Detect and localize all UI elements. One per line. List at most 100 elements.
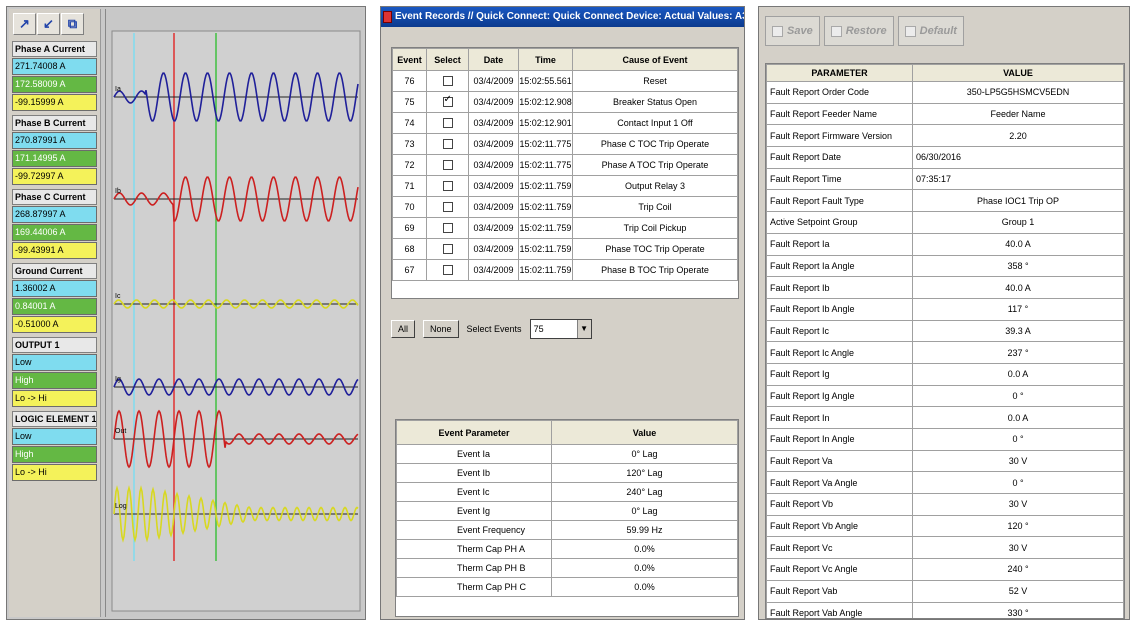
table-row[interactable]: Fault Report Ic 39.3 A <box>766 319 1124 343</box>
table-row[interactable]: Fault Report Date 06/30/2016 <box>766 146 1124 169</box>
table-row[interactable]: Fault Report Ig 0.0 A <box>766 362 1124 386</box>
fault-report-value: 350-LP5G5HSMCV5EDN <box>912 81 1124 104</box>
table-row[interactable]: Fault Report Ic Angle 237 ° <box>766 341 1124 364</box>
table-row[interactable]: 68 03/4/2009 15:02:11.759 Phase TOC Trip Op… <box>392 238 738 260</box>
event-cause: Phase C TOC Trip Operate <box>572 133 738 155</box>
channel-group-title[interactable]: Phase C Current <box>12 189 97 205</box>
event-cause: Phase A TOC Trip Operate <box>572 154 738 176</box>
table-row[interactable]: 69 03/4/2009 15:02:11.759 Trip Coil Pickup <box>392 217 738 239</box>
event-parameter-value: 0° Lag <box>551 501 738 521</box>
table-row[interactable]: 74 03/4/2009 15:02:12.901 Contact Input 1 O… <box>392 112 738 134</box>
zoom-out-button[interactable]: ↙ <box>37 13 60 35</box>
copy-button[interactable]: ⧉ <box>61 13 84 35</box>
table-row[interactable]: Fault Report Ig Angle 0 ° <box>766 384 1124 408</box>
select-checkbox[interactable] <box>442 118 453 129</box>
select-checkbox[interactable] <box>442 202 453 213</box>
channel-group-title[interactable]: LOGIC ELEMENT 1 <box>12 411 97 427</box>
table-row[interactable]: Fault Report Vc 30 V <box>766 536 1124 560</box>
table-row[interactable]: Fault Report Vb 30 V <box>766 493 1124 516</box>
channel-group-title[interactable]: Phase B Current <box>12 115 97 131</box>
table-row[interactable]: Fault Report Ia 40.0 A <box>766 232 1124 256</box>
select-all-button[interactable]: All <box>391 320 416 338</box>
event-parameter-name: Therm Cap PH C <box>396 577 552 597</box>
channel-value-cyan: Low <box>12 354 97 371</box>
restore-button[interactable]: Restore <box>823 16 894 46</box>
restore-icon <box>830 25 842 37</box>
table-header-row: Event Select Date Time Cause of Event <box>392 48 738 71</box>
event-parameter-table-container: Event Parameter Value Event Ia 0° Lag Even… <box>395 419 739 617</box>
table-row[interactable]: 76 03/4/2009 15:02:55.561 Reset <box>392 70 738 92</box>
table-row[interactable]: 70 03/4/2009 15:02:11.759 Trip Coil <box>392 196 738 218</box>
table-row[interactable]: Fault Report Va Angle 0 ° <box>766 471 1124 495</box>
fault-report-value: 330 ° <box>912 601 1124 618</box>
fault-report-value: 237 ° <box>912 341 1124 364</box>
column-header-date[interactable]: Date <box>468 48 519 71</box>
save-label: Save <box>787 25 813 37</box>
column-header-value: Value <box>551 420 738 445</box>
channel-group-title[interactable]: OUTPUT 1 <box>12 337 97 353</box>
default-button[interactable]: Default <box>897 16 964 46</box>
waveform-plot-area[interactable]: Ia Ib Ic Ig Out Log <box>105 9 363 617</box>
event-number: 76 <box>392 70 427 92</box>
table-row[interactable]: Fault Report In Angle 0 ° <box>766 428 1124 451</box>
select-checkbox[interactable] <box>442 244 453 255</box>
table-row[interactable]: 71 03/4/2009 15:02:11.759 Output Relay 3 <box>392 175 738 197</box>
select-checkbox[interactable] <box>442 223 453 234</box>
table-row[interactable]: 67 03/4/2009 15:02:11.759 Phase B TOC Trip … <box>392 259 738 281</box>
select-checkbox[interactable] <box>442 76 453 87</box>
select-cell <box>426 112 469 134</box>
window-title: Event Records // Quick Connect: Quick Co… <box>395 11 744 22</box>
table-row[interactable]: Fault Report Ia Angle 358 ° <box>766 254 1124 278</box>
select-none-button[interactable]: None <box>423 320 459 338</box>
select-checkbox[interactable] <box>442 265 453 276</box>
event-time: 15:02:11.775 <box>518 133 573 155</box>
table-row[interactable]: Active Setpoint Group Group 1 <box>766 211 1124 234</box>
table-row[interactable]: Fault Report Fault Type Phase IOC1 Trip O… <box>766 189 1124 213</box>
select-checkbox[interactable] <box>442 94 453 108</box>
table-row[interactable]: Fault Report In 0.0 A <box>766 406 1124 429</box>
table-row[interactable]: 73 03/4/2009 15:02:11.775 Phase C TOC Trip … <box>392 133 738 155</box>
fault-report-value: 40.0 A <box>912 276 1124 299</box>
channel-group-title[interactable]: Phase A Current <box>12 41 97 57</box>
column-header-event-parameter: Event Parameter <box>396 420 552 445</box>
table-row[interactable]: Fault Report Vc Angle 240 ° <box>766 558 1124 581</box>
save-button[interactable]: Save <box>765 16 820 46</box>
table-row[interactable]: Fault Report Firmware Version 2.20 <box>766 124 1124 148</box>
table-row[interactable]: Fault Report Time 07:35:17 <box>766 167 1124 191</box>
table-row[interactable]: 75 03/4/200915:02:12.908Breaker Status Op… <box>392 91 738 113</box>
column-header-time[interactable]: Time <box>518 48 573 71</box>
fault-report-value: 2.20 <box>912 124 1124 148</box>
select-checkbox[interactable] <box>442 160 453 171</box>
table-row[interactable]: Fault Report Order Code 350-LP5G5HSMCV5ED… <box>766 81 1124 104</box>
fault-report-window: Save Restore Default PARAMETER VALUE Fau… <box>758 6 1130 620</box>
select-events-dropdown[interactable]: 75 ▼ <box>529 319 592 339</box>
fault-report-toolbar: Save Restore Default <box>759 7 1129 55</box>
channel-group-title[interactable]: Ground Current <box>12 263 97 279</box>
table-row[interactable]: Fault Report Vab 52 V <box>766 579 1124 603</box>
event-parameter-name: Therm Cap PH A <box>396 539 552 559</box>
fault-report-value: Phase IOC1 Trip OP <box>912 189 1124 213</box>
table-row[interactable]: Fault Report Vb Angle 120 ° <box>766 514 1124 538</box>
event-date: 03/4/2009 <box>468 259 519 281</box>
channel-group: LOGIC ELEMENT 1 Low High Lo -> Hi <box>12 411 97 481</box>
select-checkbox[interactable] <box>442 181 453 192</box>
column-header-select[interactable]: Select <box>426 48 469 71</box>
channel-value-green: High <box>12 446 97 463</box>
fault-report-value: 0 ° <box>912 428 1124 451</box>
table-row[interactable]: 72 03/4/2009 15:02:11.775 Phase A TOC Trip … <box>392 154 738 176</box>
table-row[interactable]: Fault Report Ib 40.0 A <box>766 276 1124 299</box>
table-row[interactable]: Fault Report Ib Angle 117 ° <box>766 297 1124 321</box>
zoom-in-button[interactable]: ↗ <box>13 13 36 35</box>
channel-value-yellow: -0.51000 A <box>12 316 97 333</box>
fault-report-parameter: Fault Report Ic <box>766 319 913 343</box>
channel-value-green: High <box>12 372 97 389</box>
table-row[interactable]: Fault Report Feeder Name Feeder Name <box>766 102 1124 126</box>
select-checkbox[interactable] <box>442 139 453 150</box>
channel-value-cyan: 271.74008 A <box>12 58 97 75</box>
column-header-event[interactable]: Event <box>392 48 427 71</box>
table-row[interactable]: Fault Report Vab Angle 330 ° <box>766 601 1124 618</box>
table-row: Therm Cap PH C 0.0% <box>396 577 738 597</box>
column-header-cause[interactable]: Cause of Event <box>572 48 738 71</box>
table-row[interactable]: Fault Report Va 30 V <box>766 449 1124 473</box>
event-time: 15:02:11.759 <box>518 175 573 197</box>
